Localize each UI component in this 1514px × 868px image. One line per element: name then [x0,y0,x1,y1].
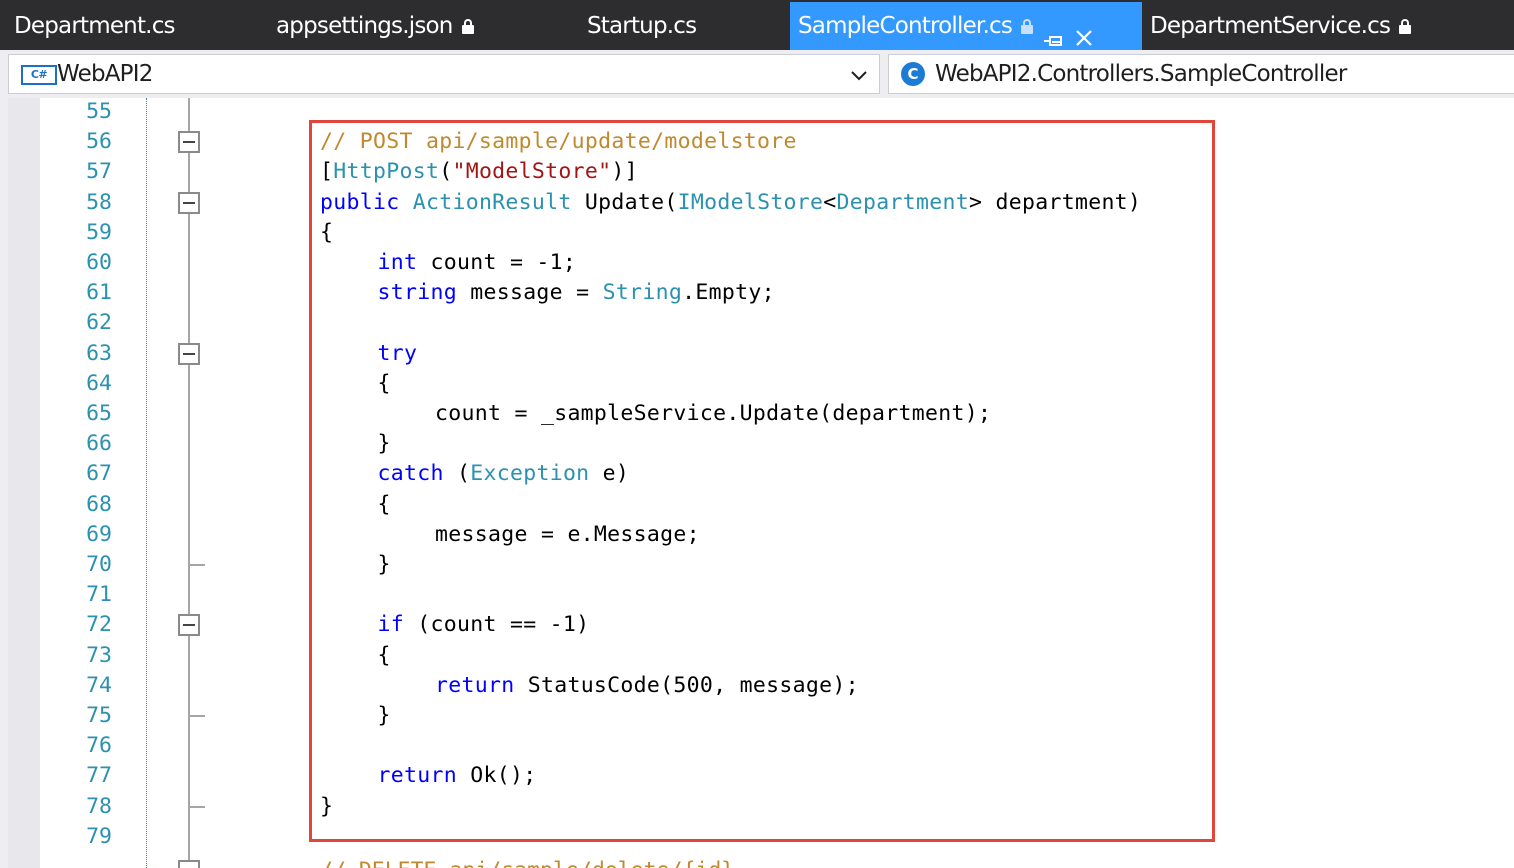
line-number: 58 [86,189,112,215]
highlight-box [309,120,1215,842]
collapse-toggle-icon[interactable] [178,860,200,868]
collapse-toggle-icon[interactable] [178,131,200,154]
collapse-toggle-icon[interactable] [178,342,200,365]
line-number: 56 [86,129,112,155]
tab-label: DepartmentService.cs [1150,13,1391,39]
line-number: 74 [86,672,112,698]
pin-icon[interactable] [1043,18,1065,50]
line-number: 61 [86,280,112,306]
line-number: 70 [86,552,112,577]
class-dropdown[interactable]: C WebAPI2.Controllers.SampleController [888,54,1514,94]
tab-label: Startup.cs [587,13,697,39]
line-number: 68 [86,491,112,517]
tab-appsettings-json[interactable]: appsettings.json [276,2,474,50]
collapse-toggle-icon[interactable] [178,614,200,637]
line-number: 62 [86,310,112,336]
class-icon: C [901,62,925,86]
csharp-project-icon: C# [21,65,57,85]
line-number: 77 [86,763,112,789]
line-number: 57 [86,159,112,185]
project-name: WebAPI2 [57,61,153,87]
line-number: 79 [86,823,112,849]
tab-label: SampleController.cs [798,13,1013,39]
close-icon[interactable] [1075,16,1093,50]
line-number: 60 [86,250,112,275]
line-number: 75 [86,703,112,728]
navigation-bar: C# WebAPI2 C WebAPI2.Controllers.SampleC… [0,50,1514,98]
tab-department-cs[interactable]: Department.cs [14,2,176,50]
line-number: 65 [86,401,112,426]
tab-departmentservice-cs[interactable]: DepartmentService.cs [1150,2,1412,50]
line-number: 69 [86,521,112,547]
lock-icon [461,19,474,34]
line-number: 66 [86,431,112,457]
project-dropdown[interactable]: C# WebAPI2 [8,54,880,94]
line-number: 73 [86,642,112,668]
lock-icon [1399,19,1412,34]
code-editor[interactable]: 55 56// POST api/sample/update/modelstore… [0,98,1514,868]
document-tab-bar: Department.cs appsettings.json Startup.c… [0,0,1514,50]
tab-samplecontroller-cs[interactable]: SampleController.cs [790,2,1142,50]
fold-end-marker [189,564,205,566]
line-number: 55 [86,99,112,124]
line-number: 71 [86,582,112,608]
class-name: WebAPI2.Controllers.SampleController [935,61,1347,87]
line-number: 63 [86,340,112,366]
line-number: 78 [86,793,112,819]
line-number: 76 [86,733,112,759]
collapse-toggle-icon[interactable] [178,191,200,214]
line-number: 72 [86,612,112,638]
tab-startup-cs[interactable]: Startup.cs [587,2,697,50]
tab-label: Department.cs [14,13,176,39]
cut-off-comment-line: // DELETE api/sample/delete/{id} [320,856,734,868]
tab-label: appsettings.json [276,13,453,39]
line-number: 64 [86,370,112,396]
chevron-down-icon[interactable] [849,65,869,85]
fold-end-marker [189,805,205,808]
lock-icon [1021,19,1034,34]
fold-end-marker [189,715,205,717]
line-number: 59 [86,219,112,245]
line-number: 67 [86,461,112,487]
